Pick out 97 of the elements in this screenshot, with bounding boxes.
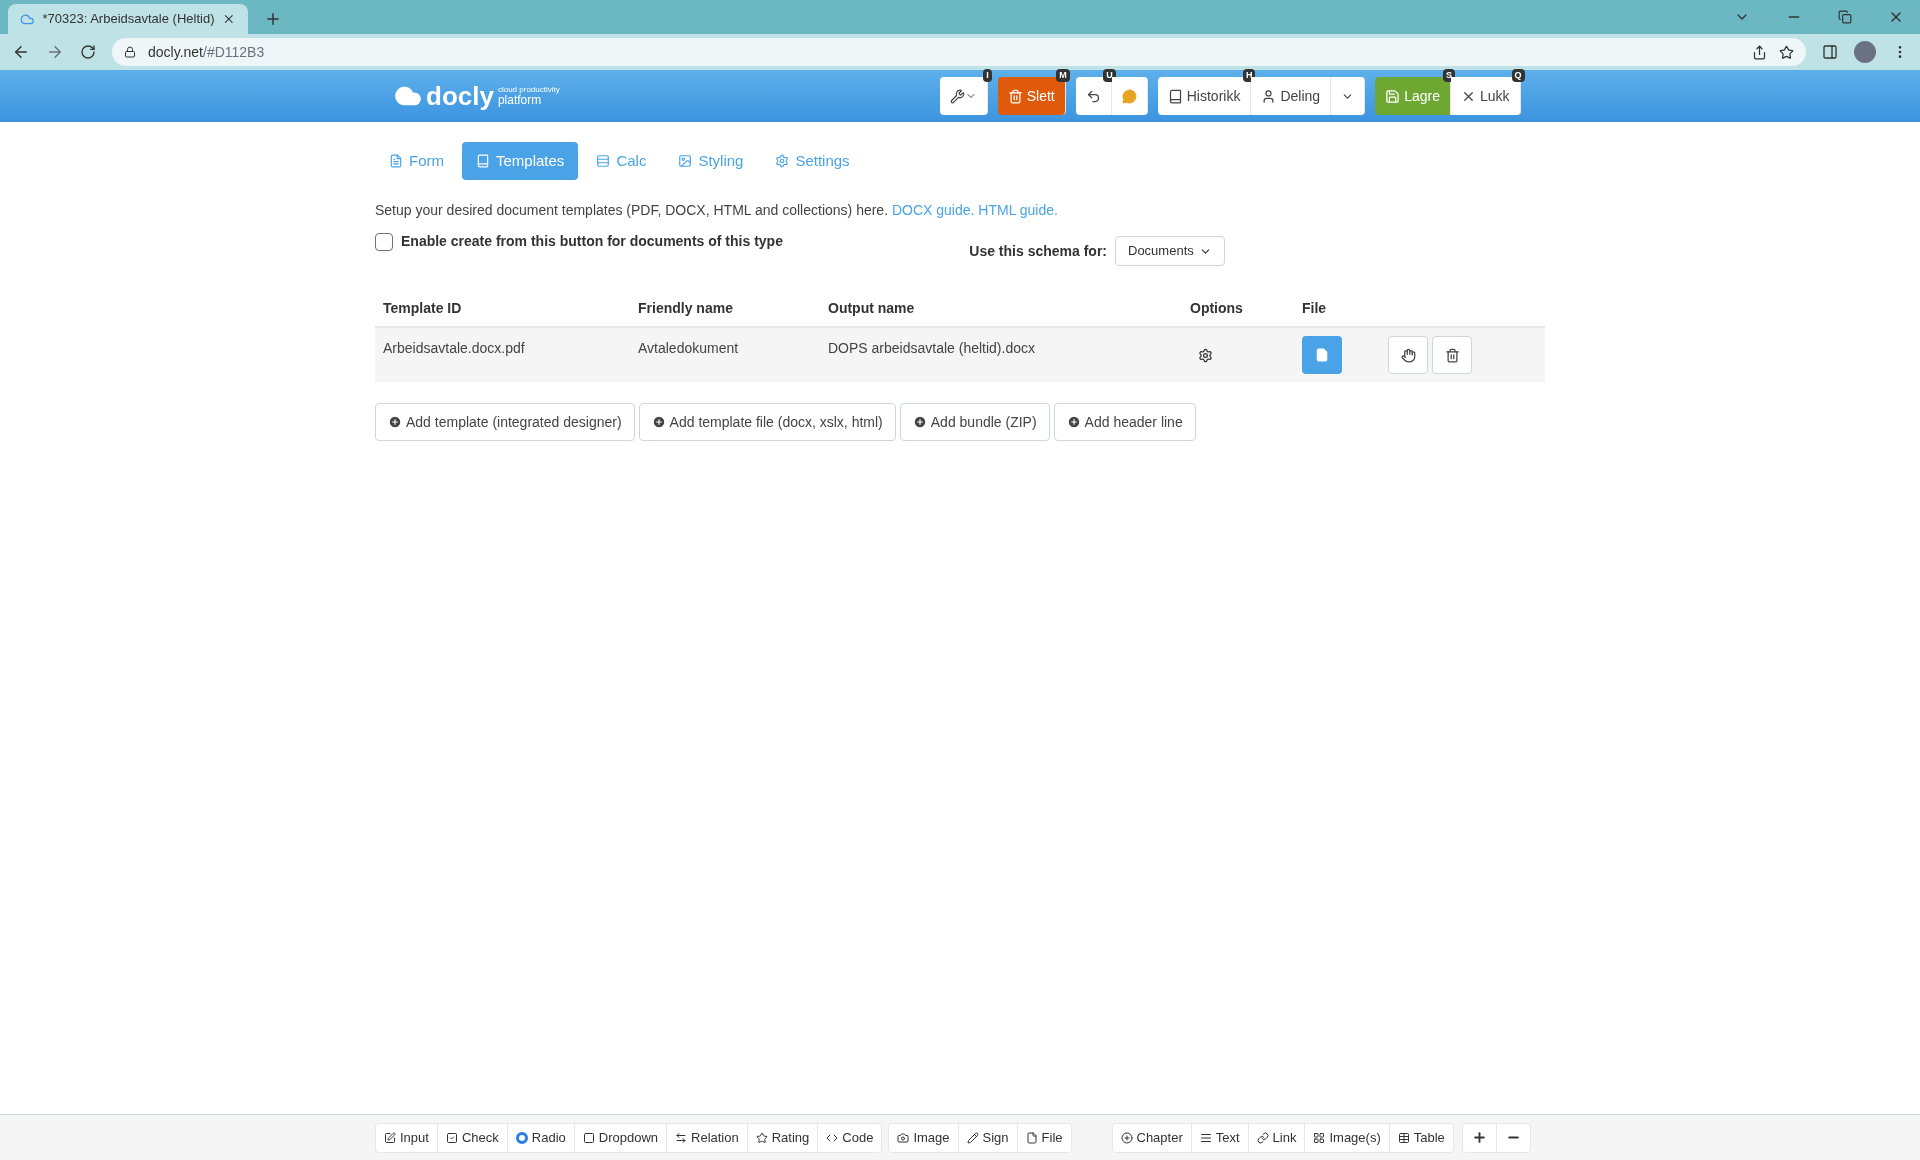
reload-icon[interactable] bbox=[80, 44, 96, 60]
toolbar-button[interactable]: Image bbox=[888, 1122, 959, 1153]
speech-bubble-icon bbox=[1121, 88, 1137, 104]
shortcut-badge: I bbox=[983, 69, 992, 82]
add-button[interactable]: Add template file (docx, xslx, html) bbox=[638, 403, 896, 441]
add-button[interactable] bbox=[1461, 1122, 1497, 1153]
tab-icon bbox=[775, 154, 790, 168]
plus-circle-icon bbox=[388, 415, 402, 429]
lock-icon bbox=[124, 46, 136, 58]
tab-icon bbox=[389, 154, 403, 168]
column-header: Output name bbox=[827, 298, 916, 318]
restore-icon[interactable] bbox=[1838, 10, 1852, 24]
plus-circle-icon bbox=[1120, 1131, 1133, 1144]
table-cell-text: Avtaledokument bbox=[637, 339, 740, 358]
toolbar-button[interactable]: Relation bbox=[666, 1122, 748, 1153]
toolbar-button[interactable]: Text bbox=[1190, 1122, 1249, 1153]
wrench-caret-icon bbox=[949, 88, 977, 104]
column-header: File bbox=[1301, 298, 1328, 318]
checkbox[interactable] bbox=[375, 232, 393, 251]
icon-button[interactable] bbox=[1075, 77, 1112, 115]
share-icon[interactable] bbox=[1752, 44, 1767, 60]
new-tab-icon[interactable] bbox=[264, 10, 282, 28]
toolbar-button[interactable]: Slett bbox=[997, 77, 1066, 115]
hand-button[interactable] bbox=[1388, 336, 1428, 374]
add-button[interactable]: Add bundle (ZIP) bbox=[899, 403, 1050, 441]
settings-icon[interactable] bbox=[1198, 347, 1213, 363]
delete-button[interactable] bbox=[1432, 336, 1472, 374]
toolbar-button[interactable]: Check bbox=[436, 1122, 508, 1153]
add-button[interactable]: Add template (integrated designer) bbox=[375, 403, 635, 441]
toolbar-button[interactable]: Dropdown bbox=[573, 1122, 667, 1153]
toolbar-button[interactable]: Input bbox=[375, 1122, 438, 1153]
user-icon bbox=[1261, 88, 1277, 104]
star-icon bbox=[755, 1131, 768, 1144]
toolbar-button[interactable]: Link bbox=[1247, 1122, 1306, 1153]
remove-button[interactable] bbox=[1495, 1122, 1531, 1153]
tab-icon bbox=[476, 154, 490, 168]
radio-icon bbox=[515, 1131, 528, 1144]
link-icon bbox=[1256, 1131, 1269, 1144]
floppy-icon bbox=[1385, 88, 1401, 104]
file-icon bbox=[1315, 348, 1329, 362]
url-field[interactable]: docly.net/#D112B3 bbox=[112, 38, 1806, 66]
file-icon bbox=[1025, 1131, 1038, 1144]
pencil-icon bbox=[966, 1131, 979, 1144]
intro-text: Setup your desired document templates (PDF, DOCX, HTML and collections) here. DOCX guide. HTML guide. bbox=[375, 201, 1059, 220]
tab-icon bbox=[678, 154, 693, 168]
icon-button[interactable] bbox=[939, 77, 988, 115]
book-icon bbox=[1167, 88, 1183, 104]
table-cell-text: DOPS arbeidsavtale (heltid).docx bbox=[827, 339, 1036, 358]
trash-icon bbox=[1444, 347, 1460, 363]
schema-label: Use this schema for: bbox=[969, 241, 1107, 261]
grid-icon bbox=[1313, 1131, 1326, 1144]
checkbox-label: Enable create from this button for documents of this type bbox=[401, 232, 783, 251]
plus-circle-icon bbox=[651, 415, 666, 429]
column-header: Options bbox=[1189, 298, 1244, 318]
toolbar-button[interactable]: File bbox=[1016, 1122, 1072, 1153]
logo-tagline: cloud productivity bbox=[497, 86, 560, 94]
tab-icon bbox=[596, 154, 611, 168]
close-icon bbox=[222, 12, 236, 26]
star-icon[interactable] bbox=[1779, 44, 1794, 60]
undo-icon bbox=[1085, 88, 1101, 104]
toolbar-button[interactable]: Table bbox=[1388, 1122, 1454, 1153]
browser-tab[interactable]: *70323: Arbeidsavtale (Heltid) bbox=[8, 4, 248, 34]
dropdown-button[interactable] bbox=[1331, 77, 1366, 115]
forward-icon[interactable] bbox=[46, 43, 64, 61]
toolbar-button[interactable]: Rating bbox=[746, 1122, 819, 1153]
toolbar-button[interactable]: Radio bbox=[506, 1122, 575, 1153]
side-panel-icon[interactable] bbox=[1822, 44, 1838, 60]
shortcut-badge: Q bbox=[1511, 69, 1525, 82]
schema-select[interactable]: Documents bbox=[1115, 236, 1225, 266]
logo-text: docly bbox=[426, 79, 494, 113]
hand-icon bbox=[1400, 347, 1416, 363]
column-header: Friendly name bbox=[637, 298, 734, 318]
toolbar-button[interactable]: Historikk bbox=[1157, 77, 1252, 115]
camera-icon bbox=[897, 1131, 910, 1144]
toolbar-button[interactable]: Sign bbox=[957, 1122, 1018, 1153]
plus-icon bbox=[1471, 1130, 1487, 1145]
shortcut-badge: M bbox=[1056, 69, 1070, 82]
table-cell-text: Arbeidsavtale.docx.pdf bbox=[382, 339, 526, 358]
arrows-icon bbox=[675, 1131, 687, 1144]
plus-circle-icon bbox=[1066, 415, 1081, 429]
trash-icon bbox=[1007, 88, 1023, 104]
pencil-square-icon bbox=[384, 1131, 396, 1144]
column-header: Template ID bbox=[382, 298, 463, 318]
back-icon[interactable] bbox=[12, 43, 30, 61]
add-button[interactable]: Add header line bbox=[1053, 403, 1196, 441]
file-button[interactable] bbox=[1302, 336, 1342, 374]
lines-icon bbox=[1199, 1131, 1212, 1144]
toolbar-button[interactable]: Image(s) bbox=[1304, 1122, 1390, 1153]
table-icon bbox=[1397, 1131, 1410, 1144]
toolbar-button[interactable]: Chapter bbox=[1111, 1122, 1192, 1153]
check-square-icon bbox=[445, 1131, 458, 1144]
avatar[interactable] bbox=[1854, 41, 1876, 63]
toolbar-button[interactable]: Code bbox=[817, 1122, 883, 1153]
toolbar-button[interactable]: Deling bbox=[1251, 77, 1332, 115]
logo-subtitle: platform bbox=[497, 94, 542, 106]
plus-circle-icon bbox=[912, 415, 927, 429]
dropdown-icon bbox=[582, 1131, 595, 1144]
